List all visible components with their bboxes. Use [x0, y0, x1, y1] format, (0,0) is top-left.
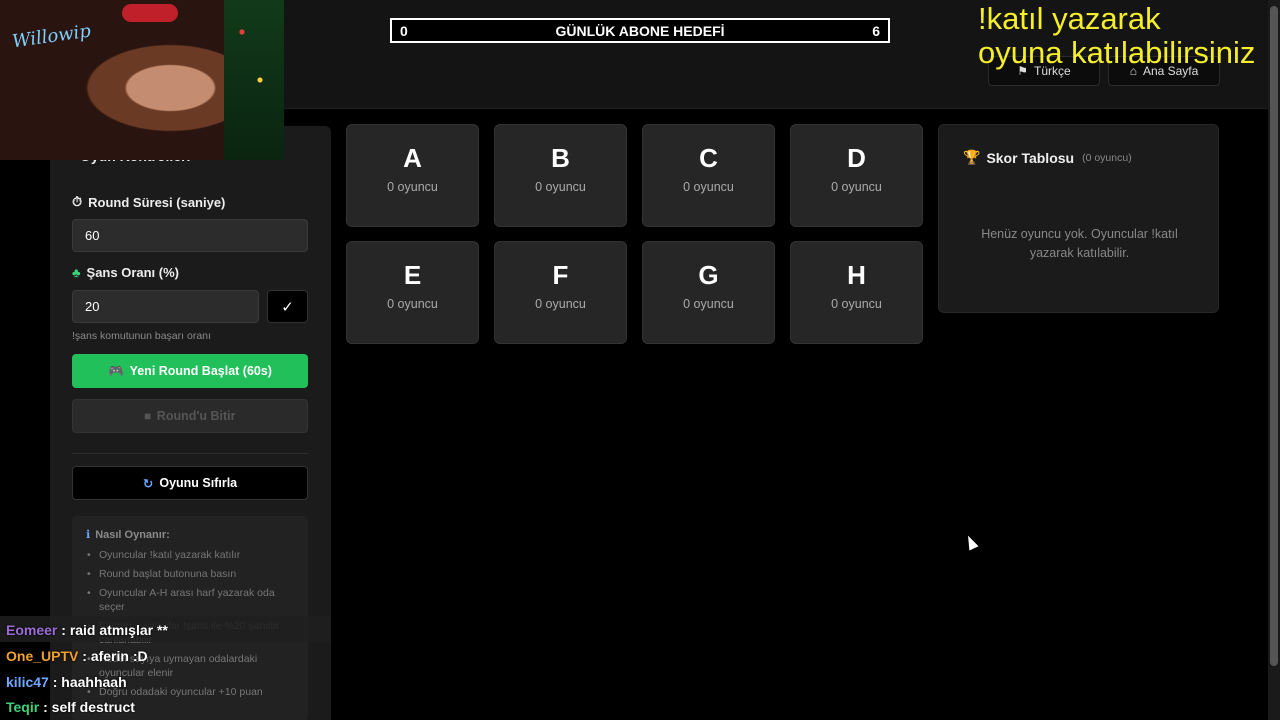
- end-round-button[interactable]: ⏹ Round'u Bitir: [72, 399, 308, 433]
- page-scrollbar[interactable]: [1268, 0, 1280, 720]
- how-to-title: ℹ Nasıl Oynanır:: [86, 528, 170, 542]
- room-letter: B: [551, 143, 570, 173]
- luck-rate-confirm-button[interactable]: ✓: [267, 290, 308, 323]
- divider: [72, 453, 308, 454]
- room-player-count: 0 oyuncu: [387, 297, 438, 311]
- list-item: Round başlat butonuna basın: [84, 567, 299, 581]
- round-duration-label-text: Round Süresi (saniye): [88, 194, 226, 210]
- chat-text: raid atmışlar **: [69, 622, 168, 638]
- trophy-icon: 🏆: [963, 149, 981, 165]
- webcam-overlay: Willowip: [0, 0, 284, 160]
- overlay-line-2: oyuna katılabilirsiniz: [978, 35, 1256, 70]
- room-b[interactable]: B 0 oyuncu: [494, 124, 627, 227]
- room-player-count: 0 oyuncu: [683, 297, 734, 311]
- chat-user: Eomeer: [6, 622, 58, 638]
- chat-message: Eomeer : raid atmışlar **: [6, 622, 168, 638]
- room-letter: F: [552, 260, 569, 290]
- room-f[interactable]: F 0 oyuncu: [494, 241, 627, 344]
- chat-message: One_UPTV : aferin :D: [6, 648, 148, 664]
- luck-rate-label-text: Şans Oranı (%): [86, 265, 179, 280]
- room-e[interactable]: E 0 oyuncu: [346, 241, 479, 344]
- room-d[interactable]: D 0 oyuncu: [790, 124, 923, 227]
- chat-message: kilic47 : haahhaah: [6, 674, 127, 690]
- room-player-count: 0 oyuncu: [683, 180, 734, 194]
- list-item: Oyuncular !katıl yazarak katılır: [84, 548, 299, 562]
- join-instruction-overlay: !katıl yazarak oyuna katılabilirsiniz: [978, 2, 1280, 70]
- room-c[interactable]: C 0 oyuncu: [642, 124, 775, 227]
- room-letter: H: [847, 260, 866, 290]
- scoreboard-title-text: Skor Tablosu: [986, 149, 1075, 166]
- room-a[interactable]: A 0 oyuncu: [346, 124, 479, 227]
- scoreboard-empty-message: Henüz oyuncu yok. Oyuncular !katıl yazar…: [981, 227, 1178, 260]
- scrollbar-thumb[interactable]: [1270, 6, 1278, 666]
- room-player-count: 0 oyuncu: [831, 297, 882, 311]
- chat-text: haahhaah: [61, 674, 127, 690]
- reset-game-button[interactable]: ↻ Oyunu Sıfırla: [72, 466, 308, 500]
- room-player-count: 0 oyuncu: [535, 297, 586, 311]
- start-round-label: Yeni Round Başlat (60s): [129, 364, 272, 378]
- room-letter: A: [403, 143, 422, 173]
- overlay-line-1: !katıl yazarak: [978, 1, 1161, 36]
- luck-rate-input[interactable]: 20: [72, 290, 259, 323]
- room-player-count: 0 oyuncu: [387, 180, 438, 194]
- chat-text: aferin :D: [90, 648, 148, 664]
- refresh-icon: ↻: [142, 476, 154, 491]
- scoreboard-title: 🏆 Skor Tablosu (0 oyuncu): [963, 149, 1132, 166]
- streamer-logo: Willowip: [10, 20, 93, 53]
- chat-user: kilic47: [6, 674, 49, 690]
- timer-icon: ⏱: [72, 194, 83, 209]
- reset-game-label: Oyunu Sıfırla: [159, 476, 238, 490]
- round-duration-label: ⏱ Round Süresi (saniye): [72, 194, 225, 210]
- christmas-tree-icon: [224, 0, 284, 160]
- luck-rate-label: ♣ Şans Oranı (%): [72, 265, 179, 280]
- goal-target-value: 6: [872, 22, 880, 39]
- chat-text: self destruct: [51, 699, 135, 715]
- goal-title: GÜNLÜK ABONE HEDEFİ: [555, 22, 725, 39]
- chat-user: One_UPTV: [6, 648, 79, 664]
- room-h[interactable]: H 0 oyuncu: [790, 241, 923, 344]
- room-letter: C: [699, 143, 718, 173]
- room-letter: G: [698, 260, 719, 290]
- room-player-count: 0 oyuncu: [831, 180, 882, 194]
- gamepad-icon: 🎮: [108, 363, 124, 378]
- end-round-label: Round'u Bitir: [156, 409, 236, 423]
- room-letter: E: [403, 260, 422, 290]
- scoreboard-player-count: (0 oyuncu): [1082, 151, 1132, 164]
- round-duration-input[interactable]: 60: [72, 219, 308, 252]
- room-letter: D: [847, 143, 866, 173]
- room-g[interactable]: G 0 oyuncu: [642, 241, 775, 344]
- luck-rate-hint: !şans komutunun başarı oranı: [72, 330, 211, 342]
- santa-hat-icon: [122, 4, 178, 22]
- room-player-count: 0 oyuncu: [535, 180, 586, 194]
- list-item: Oyuncular A-H arası harf yazarak oda seç…: [84, 586, 299, 614]
- subscriber-goal-bar: 0 GÜNLÜK ABONE HEDEFİ 6: [390, 18, 890, 43]
- mouse-cursor-icon: [963, 533, 979, 551]
- chat-overlay: Eomeer : raid atmışlar ** One_UPTV : afe…: [0, 616, 331, 720]
- clover-icon: ♣: [72, 265, 81, 280]
- stop-icon: ⏹: [144, 408, 151, 423]
- goal-current-value: 0: [400, 22, 408, 39]
- scoreboard-panel: 🏆 Skor Tablosu (0 oyuncu) Henüz oyuncu y…: [938, 124, 1219, 313]
- how-to-title-text: Nasıl Oynanır:: [95, 528, 170, 541]
- info-icon: ℹ: [86, 529, 91, 541]
- chat-user: Teqir: [6, 699, 40, 715]
- chat-message: Teqir : self destruct: [6, 699, 135, 715]
- start-round-button[interactable]: 🎮 Yeni Round Başlat (60s): [72, 354, 308, 388]
